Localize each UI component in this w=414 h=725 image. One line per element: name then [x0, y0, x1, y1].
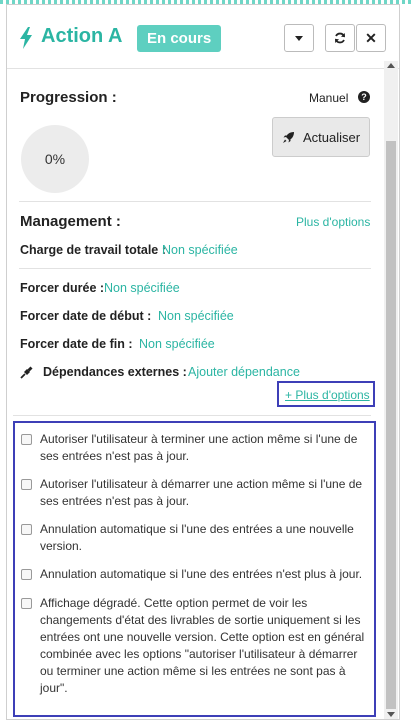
duree-label: Forcer durée : — [20, 281, 105, 295]
scrollbar-thumb[interactable] — [386, 141, 396, 709]
option-checkbox[interactable] — [21, 569, 32, 580]
duree-value[interactable]: Non spécifiée — [104, 281, 180, 295]
vertical-scrollbar[interactable] — [384, 61, 398, 719]
divider — [13, 415, 371, 416]
option-checkbox[interactable] — [21, 524, 32, 535]
charge-value[interactable]: Non spécifiée — [162, 243, 238, 257]
actualiser-label: Actualiser — [302, 129, 361, 145]
option-item: Affichage dégradé. Cette option permet d… — [21, 595, 366, 697]
plug-icon — [20, 366, 33, 379]
options-highlight: Autoriser l'utilisateur à terminer une a… — [13, 421, 376, 717]
fin-value[interactable]: Non spécifiée — [139, 337, 215, 351]
option-checkbox[interactable] — [21, 479, 32, 490]
option-label: Autoriser l'utilisateur à terminer une a… — [40, 432, 358, 463]
progression-title: Progression : — [20, 89, 117, 106]
debut-value[interactable]: Non spécifiée — [158, 309, 234, 323]
help-icon[interactable]: ? — [358, 91, 370, 103]
option-item: Autoriser l'utilisateur à démarrer une a… — [21, 476, 366, 510]
deps-label: Dépendances externes : — [43, 365, 187, 379]
management-title: Management : — [20, 213, 121, 230]
more-options-link[interactable]: Plus d'options — [296, 215, 370, 229]
divider — [19, 201, 371, 202]
plus-options-highlight: + Plus d'options — [277, 381, 375, 407]
option-label: Affichage dégradé. Cette option permet d… — [40, 596, 365, 695]
divider — [19, 268, 371, 269]
action-title: Action A — [41, 25, 123, 47]
option-label: Annulation automatique si l'une des entr… — [40, 567, 363, 581]
charge-label: Charge de travail totale : — [20, 243, 166, 257]
scroll-up-icon[interactable] — [387, 63, 395, 68]
refresh-icon — [335, 32, 345, 44]
scroll-down-icon[interactable] — [387, 712, 395, 717]
action-panel: Action A En cours ✕ Progression : Manuel… — [6, 4, 400, 720]
option-item: Annulation automatique si l'une des entr… — [21, 566, 366, 583]
fin-label: Forcer date de fin : — [20, 337, 133, 351]
status-badge: En cours — [137, 25, 222, 52]
dropdown-button[interactable] — [284, 24, 314, 52]
panel-content: Progression : Manuel ? 0% Actualiser Man… — [7, 69, 382, 719]
debut-label: Forcer date de début : — [20, 309, 152, 323]
bolt-icon — [20, 27, 32, 49]
close-icon: ✕ — [365, 29, 377, 46]
option-checkbox[interactable] — [21, 598, 32, 609]
plus-options-link[interactable]: + Plus d'options — [285, 388, 370, 402]
option-label: Annulation automatique si l'une des entr… — [40, 522, 354, 553]
option-checkbox[interactable] — [21, 434, 32, 445]
progression-mode: Manuel — [309, 91, 349, 105]
refresh-button[interactable] — [325, 24, 355, 52]
rocket-icon — [282, 131, 294, 143]
actualiser-button[interactable]: Actualiser — [272, 117, 370, 157]
option-item: Annulation automatique si l'une des entr… — [21, 521, 366, 555]
option-item: Autoriser l'utilisateur à terminer une a… — [21, 431, 366, 465]
panel-header: Action A En cours ✕ — [7, 5, 399, 69]
deps-value[interactable]: Ajouter dépendance — [188, 365, 300, 379]
caret-down-icon — [295, 35, 303, 41]
progress-circle: 0% — [21, 125, 89, 193]
option-label: Autoriser l'utilisateur à démarrer une a… — [40, 477, 363, 508]
close-button[interactable]: ✕ — [356, 24, 386, 52]
